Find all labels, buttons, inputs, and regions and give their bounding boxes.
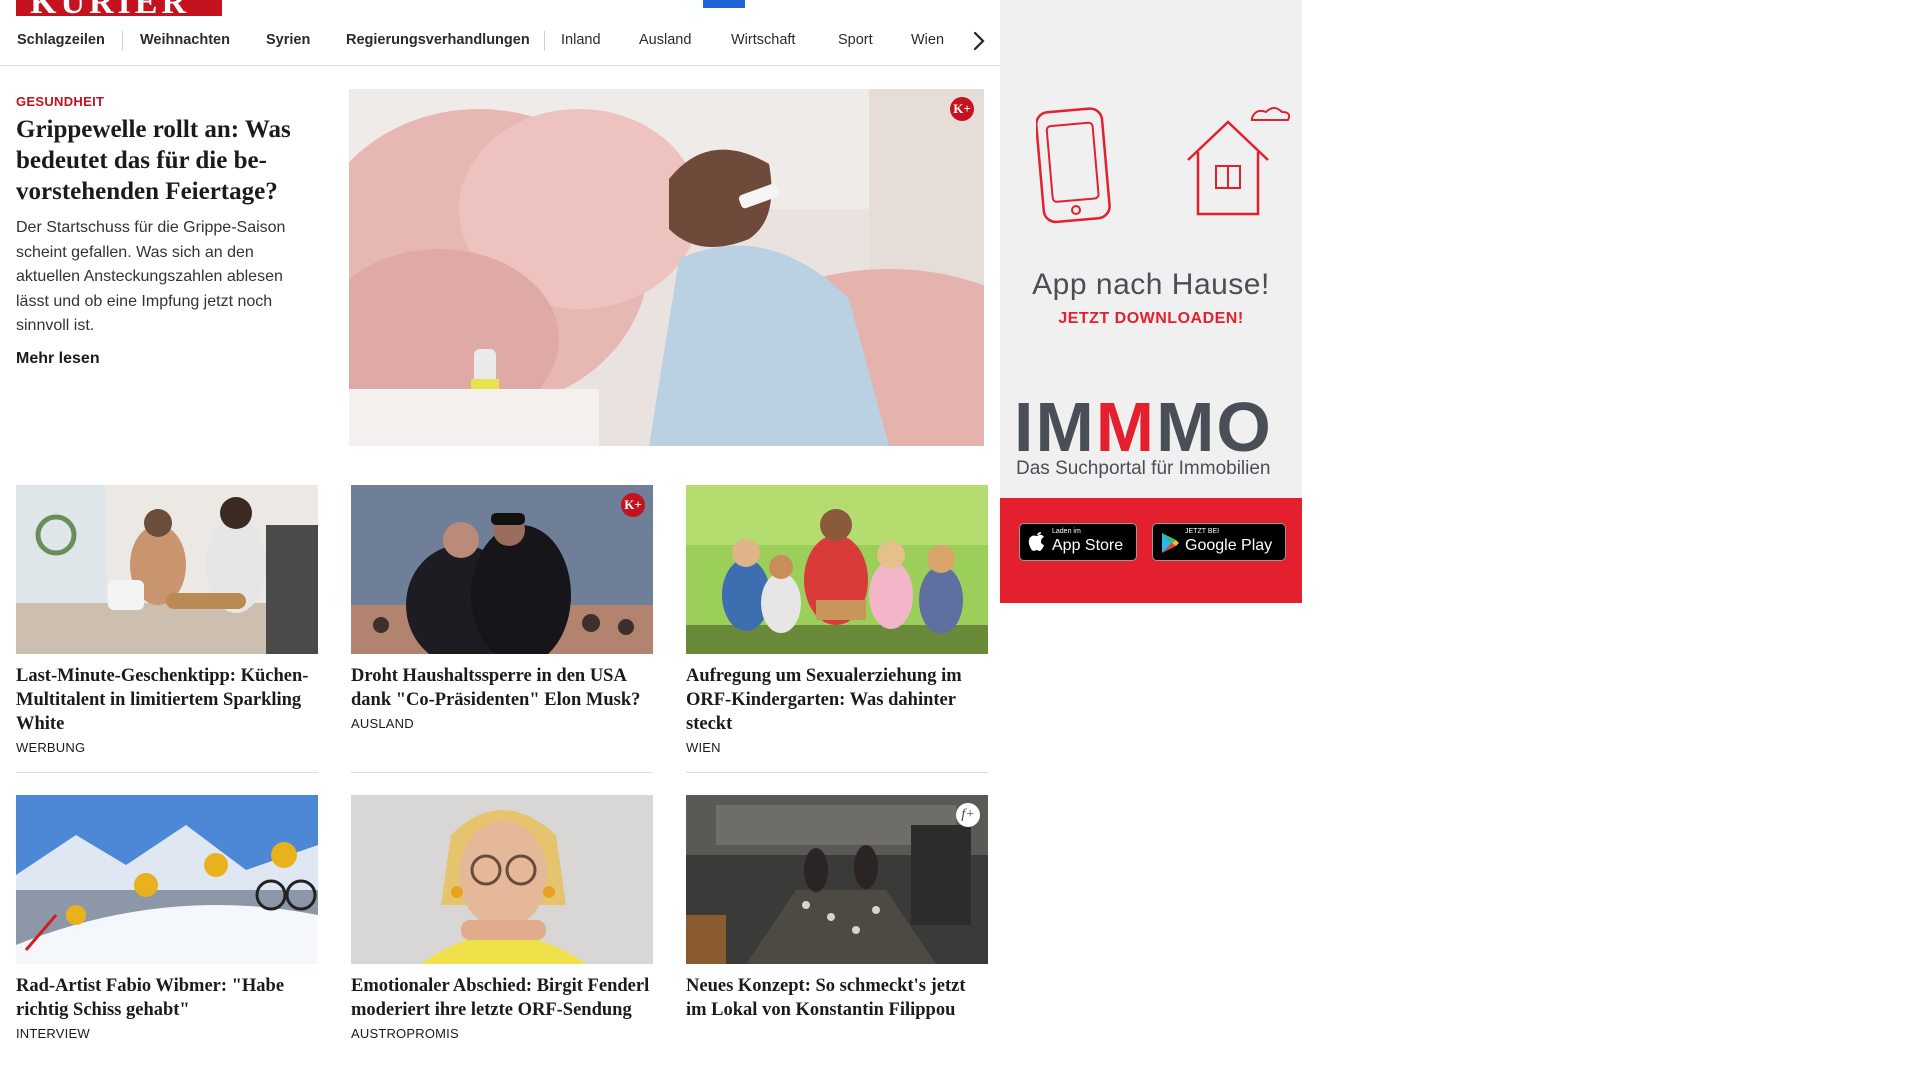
article-category[interactable]: AUSLAND (351, 716, 653, 731)
nav-item-weihnachten[interactable]: Weihnachten (140, 32, 230, 48)
article-card[interactable]: Rad-Artist Fabio Wibmer: "Habe richtig S… (16, 795, 318, 1041)
kindergarten-children-image (686, 485, 988, 654)
article-card[interactable]: Emotionaler Abschied: Birgit Fen­derl mo… (351, 795, 653, 1041)
article-image[interactable]: K+ (351, 485, 653, 654)
restaurant-interior-image (686, 795, 988, 964)
musk-trump-image (351, 485, 653, 654)
immmo-logo: IMMMO (1014, 388, 1273, 466)
article-title[interactable]: Aufregung um Sexualerziehung im ORF-Kind… (686, 664, 988, 736)
row-divider (351, 772, 653, 773)
kitchen-couple-image (16, 485, 318, 654)
hero-title[interactable]: Grippewelle rollt an: Was bedeutet das f… (16, 114, 326, 207)
article-image[interactable] (686, 485, 988, 654)
article-title[interactable]: Neues Konzept: So schmeckt's jetzt im Lo… (686, 974, 988, 1022)
kurier-logo[interactable]: KURIER (16, 0, 222, 16)
hero-category[interactable]: GESUNDHEIT (16, 94, 104, 109)
nav-item-syrien[interactable]: Syrien (266, 32, 310, 48)
ad-tagline: Das Suchportal für Immobilien (1016, 458, 1271, 479)
apple-icon (1028, 532, 1044, 551)
article-card[interactable]: Last-Minute-Geschenktipp: Kü­chen-Multit… (16, 485, 318, 755)
article-image[interactable] (351, 795, 653, 964)
article-title[interactable]: Rad-Artist Fabio Wibmer: "Habe richtig S… (16, 974, 318, 1022)
google-play-button[interactable]: JETZT BEI Google Play (1152, 523, 1286, 561)
fplus-badge: f+ (956, 803, 980, 827)
birgit-fenderl-image (351, 795, 653, 964)
nav-separator (122, 31, 123, 51)
nav-separator (544, 31, 545, 51)
article-title[interactable]: Emotionaler Abschied: Birgit Fen­derl mo… (351, 974, 653, 1022)
article-card[interactable]: K+ Droht Haushaltssperre in den USA dank… (351, 485, 653, 731)
hero-teaser: Der Startschuss für die Grippe-Saison sc… (16, 219, 286, 334)
header-indicator (703, 0, 745, 8)
article-card[interactable]: f+ Neues Konzept: So schmeckt's jetzt im… (686, 795, 988, 1022)
chevron-right-icon[interactable] (966, 28, 992, 54)
row-divider (686, 772, 988, 773)
house-icon (1187, 107, 1291, 216)
app-store-button[interactable]: Laden im App Store (1019, 523, 1137, 561)
article-category[interactable]: WIEN (686, 740, 988, 755)
article-title[interactable]: Droht Haushaltssperre in den USA dank "C… (351, 664, 653, 712)
article-image[interactable] (16, 485, 318, 654)
nav-item-regierungsverhandlungen[interactable]: Regierungsverhandlungen (346, 32, 530, 48)
sick-girl-in-bed-image (349, 89, 984, 446)
article-category[interactable]: AUSTROPROMIS (351, 1026, 653, 1041)
ad-headline: App nach Hause! (1032, 268, 1270, 301)
nav-item-schlagzeilen[interactable]: Schlagzeilen (17, 32, 105, 48)
nav-item-wien[interactable]: Wien (911, 32, 944, 48)
row-divider (16, 772, 318, 773)
google-play-icon (1162, 533, 1179, 553)
nav-item-wirtschaft[interactable]: Wirtschaft (731, 32, 795, 48)
kplus-badge: K+ (621, 493, 645, 517)
article-image[interactable] (16, 795, 318, 964)
article-category[interactable]: WERBUNG (16, 740, 318, 755)
immmo-advertisement[interactable]: App nach Hause! JETZT DOWNLOADEN! IMMMO … (1000, 0, 1302, 603)
bike-artist-image (16, 795, 318, 964)
article-image[interactable]: f+ (686, 795, 988, 964)
nav-item-ausland[interactable]: Ausland (639, 32, 691, 48)
kplus-badge: K+ (950, 97, 974, 121)
top-navigation: Schlagzeilen Weihnachten Syrien Regierun… (0, 22, 1000, 66)
hero-image[interactable]: K+ (349, 89, 984, 446)
article-card[interactable]: Aufregung um Sexualerziehung im ORF-Kind… (686, 485, 988, 755)
smartphone-icon (1036, 107, 1111, 224)
nav-item-inland[interactable]: Inland (561, 32, 601, 48)
read-more-link[interactable]: Mehr lesen (16, 350, 100, 368)
ad-cta[interactable]: JETZT DOWNLOADEN! (1000, 310, 1302, 328)
article-title[interactable]: Last-Minute-Geschenktipp: Kü­chen-Multit… (16, 664, 318, 736)
nav-item-sport[interactable]: Sport (838, 32, 873, 48)
article-category[interactable]: INTERVIEW (16, 1026, 318, 1041)
